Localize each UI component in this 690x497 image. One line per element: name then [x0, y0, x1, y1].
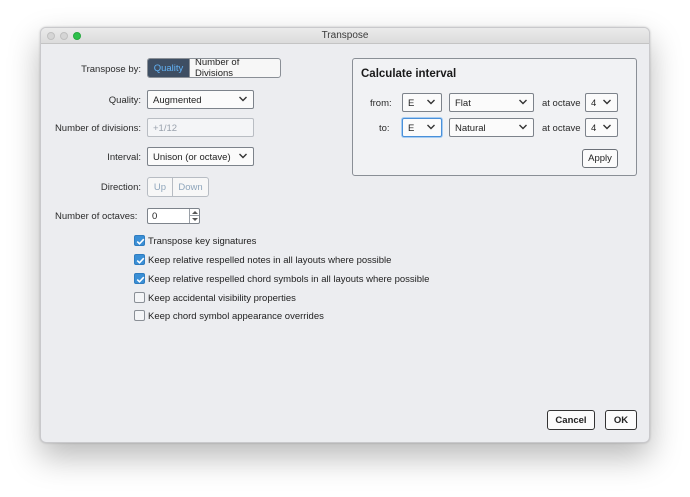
direction-segmented-control: Up Down: [147, 177, 209, 197]
to-label: to:: [379, 123, 390, 134]
to-accidental-value: Natural: [455, 123, 486, 134]
quality-label: Quality:: [108, 95, 141, 106]
quality-segment[interactable]: Quality: [148, 59, 189, 77]
quality-dropdown[interactable]: Augmented: [147, 90, 254, 109]
chevron-down-icon: [603, 99, 611, 105]
direction-label: Direction:: [100, 182, 141, 193]
from-octave-dropdown[interactable]: 4: [585, 93, 618, 112]
from-accidental-dropdown[interactable]: Flat: [449, 93, 534, 112]
chevron-down-icon: [427, 124, 435, 130]
apply-button[interactable]: Apply: [582, 149, 618, 168]
quality-value: Augmented: [153, 95, 202, 106]
transpose-dialog: Transpose Transpose by: Quality Number o…: [40, 27, 650, 443]
ok-button[interactable]: OK: [605, 410, 637, 430]
from-octave-value: 4: [591, 98, 597, 109]
transpose-key-signatures-label: Transpose key signatures: [148, 236, 257, 247]
interval-dropdown[interactable]: Unison (or octave): [147, 147, 254, 166]
calculate-interval-title: Calculate interval: [361, 68, 457, 80]
keep-respelled-chord-symbols-checkbox[interactable]: [134, 273, 145, 284]
from-accidental-value: Flat: [455, 98, 471, 109]
checkmark-icon: [136, 257, 145, 264]
calculate-interval-panel: Calculate interval from: E Flat at octav…: [352, 58, 637, 176]
chevron-down-icon: [519, 124, 527, 130]
chevron-down-icon: [239, 96, 247, 102]
to-octave-dropdown[interactable]: 4: [585, 118, 618, 137]
number-of-octaves-stepper[interactable]: 0: [147, 208, 200, 224]
transpose-by-segmented-control: Quality Number of Divisions: [147, 58, 281, 78]
from-note-value: E: [408, 98, 415, 109]
keep-chord-symbol-overrides-checkbox[interactable]: [134, 310, 145, 321]
to-note-dropdown[interactable]: E: [402, 118, 442, 137]
interval-value: Unison (or octave): [153, 152, 231, 163]
checkmark-icon: [136, 276, 145, 283]
interval-label: Interval:: [107, 152, 141, 163]
to-octave-label: at octave: [542, 123, 581, 134]
keep-chord-symbol-overrides-label: Keep chord symbol appearance overrides: [148, 311, 324, 322]
number-of-octaves-label: Number of octaves:: [55, 211, 138, 222]
direction-up-segment[interactable]: Up: [148, 178, 172, 196]
number-of-divisions-placeholder: +1/12: [153, 123, 178, 134]
to-accidental-dropdown[interactable]: Natural: [449, 118, 534, 137]
title-bar[interactable]: Transpose: [41, 28, 649, 44]
chevron-down-icon: [603, 124, 611, 130]
to-octave-value: 4: [591, 123, 597, 134]
direction-down-segment[interactable]: Down: [172, 178, 208, 196]
stepper-up-icon[interactable]: [192, 211, 198, 214]
number-of-divisions-input[interactable]: +1/12: [147, 118, 254, 137]
transpose-key-signatures-checkbox[interactable]: [134, 235, 145, 246]
chevron-down-icon: [519, 99, 527, 105]
keep-respelled-chord-symbols-label: Keep relative respelled chord symbols in…: [148, 274, 430, 285]
stepper-down-icon[interactable]: [192, 218, 198, 221]
keep-accidental-visibility-label: Keep accidental visibility properties: [148, 293, 296, 304]
number-of-divisions-label: Number of divisions:: [54, 123, 141, 134]
number-of-octaves-value: 0: [152, 211, 158, 222]
from-label: from:: [370, 98, 392, 109]
cancel-button[interactable]: Cancel: [547, 410, 595, 430]
octaves-stepper-buttons[interactable]: [189, 209, 199, 223]
keep-respelled-notes-checkbox[interactable]: [134, 254, 145, 265]
number-of-divisions-segment[interactable]: Number of Divisions: [189, 59, 280, 77]
to-note-value: E: [408, 123, 415, 134]
chevron-down-icon: [239, 153, 247, 159]
keep-respelled-notes-label: Keep relative respelled notes in all lay…: [148, 255, 392, 266]
transpose-by-label: Transpose by:: [81, 64, 141, 75]
from-octave-label: at octave: [542, 98, 581, 109]
keep-accidental-visibility-checkbox[interactable]: [134, 292, 145, 303]
checkmark-icon: [136, 238, 145, 245]
chevron-down-icon: [427, 99, 435, 105]
window-title: Transpose: [321, 30, 369, 41]
from-note-dropdown[interactable]: E: [402, 93, 442, 112]
